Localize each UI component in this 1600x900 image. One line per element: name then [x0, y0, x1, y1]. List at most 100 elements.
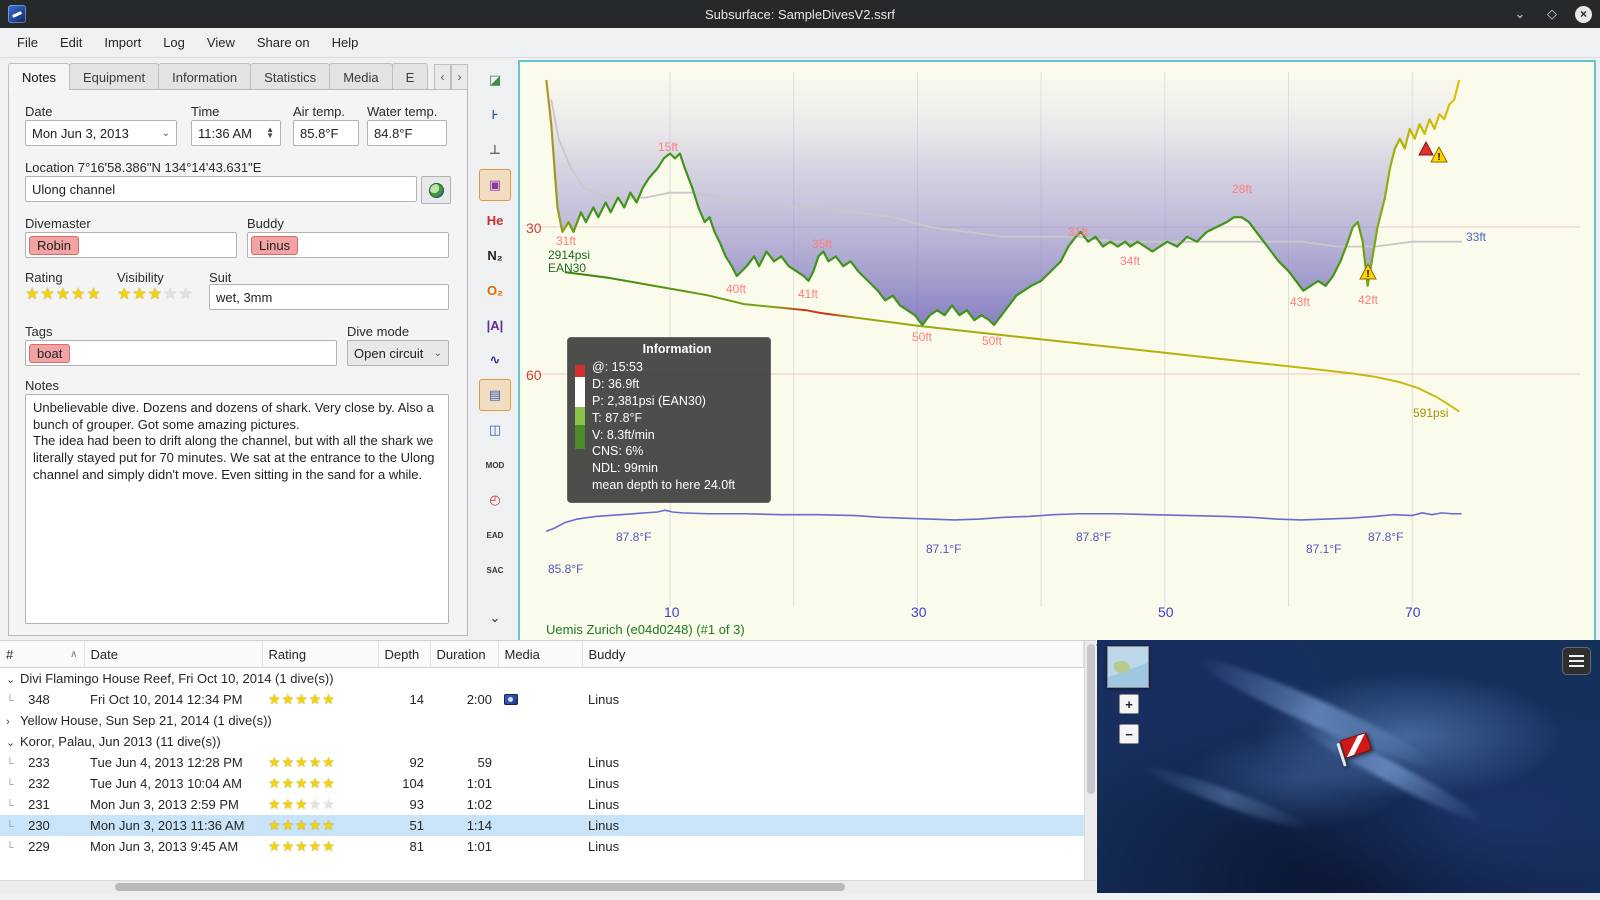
map-location-button[interactable]: [421, 176, 451, 204]
star-icon: ★: [322, 754, 336, 770]
visibility-stars[interactable]: ★★★★★: [117, 284, 194, 304]
tab-media[interactable]: Media: [329, 63, 393, 90]
rating-stars[interactable]: ★★★★★: [25, 284, 102, 304]
ead-icon[interactable]: EAD: [479, 519, 511, 551]
trip-row[interactable]: › Yellow House, Sun Sep 21, 2014 (1 dive(…: [0, 710, 1084, 731]
tag-chip[interactable]: boat: [29, 343, 71, 363]
tab-notes[interactable]: Notes: [8, 63, 70, 90]
info-box-title: Information: [642, 342, 712, 356]
heart-rate-icon[interactable]: ∿: [479, 344, 511, 376]
menu-edit[interactable]: Edit: [49, 30, 93, 55]
tab-information[interactable]: Information: [158, 63, 252, 90]
mod-icon[interactable]: MOD: [479, 449, 511, 481]
notes-form: Date Mon Jun 3, 2013 ⌄ Time 11:36 AM ▲ ▼ A…: [8, 89, 468, 636]
location-label: Location 7°16'58.386"N 134°14'43.631"E: [25, 160, 262, 175]
column-header-date[interactable]: Date: [84, 641, 263, 668]
collapse-toolbar-icon[interactable]: ⌄: [479, 602, 511, 634]
dive-list-vertical-scrollbar[interactable]: [1084, 641, 1096, 880]
tank-bar-icon[interactable]: ◫: [479, 414, 511, 446]
sac-icon[interactable]: SAC: [479, 554, 511, 586]
column-header-rating[interactable]: Rating: [262, 641, 379, 668]
star-icon: ★: [40, 286, 56, 303]
star-icon: ★: [295, 838, 309, 854]
dive-row[interactable]: └ 232 Tue Jun 4, 2013 10:04 AM ★★★★★ 104 1:01…: [0, 773, 1084, 794]
pp-n2-icon[interactable]: N₂: [479, 239, 511, 271]
tab-statistics[interactable]: Statistics: [250, 63, 331, 90]
minimize-icon[interactable]: ⌄: [1511, 5, 1529, 23]
dive-row[interactable]: └ 233 Tue Jun 4, 2013 12:28 PM ★★★★★ 92 59 Lin…: [0, 752, 1084, 773]
star-icon: ★: [268, 817, 282, 833]
globe-icon: [428, 182, 444, 198]
trip-row[interactable]: ⌄ Divi Flamingo House Reef, Fri Oct 10, 2…: [0, 668, 1084, 690]
column-header-duration[interactable]: Duration: [430, 641, 499, 668]
dive-profile-chart[interactable]: !! 30 60 10 30 50 70 15ft 31ft 2914psi EAN30 35ft 4…: [518, 60, 1596, 646]
map-overview-inset[interactable]: [1107, 646, 1149, 688]
ndl-clock-icon[interactable]: ◴: [479, 484, 511, 516]
collapse-arrow-icon[interactable]: ⌄: [6, 736, 20, 749]
buddy-input[interactable]: Linus: [247, 232, 449, 258]
menu-import[interactable]: Import: [93, 30, 152, 55]
tags-input[interactable]: boat: [25, 340, 337, 366]
tab-scroll-right-icon[interactable]: ›: [451, 64, 468, 90]
photos-icon[interactable]: ▣: [479, 169, 511, 201]
media-photo-icon[interactable]: [504, 694, 518, 705]
dive-row[interactable]: └ 230 Mon Jun 3, 2013 11:36 AM ★★★★★ 51 1:14 L…: [0, 815, 1084, 836]
tab-scroll-left-icon[interactable]: ‹: [434, 64, 451, 90]
buddy-chip[interactable]: Linus: [251, 235, 299, 255]
tab-equipment[interactable]: Equipment: [68, 63, 160, 90]
zoom-in-button[interactable]: +: [1119, 694, 1139, 714]
close-icon[interactable]: ×: [1575, 5, 1592, 23]
suit-input[interactable]: wet, 3mm: [209, 284, 449, 310]
info-legend: [575, 365, 585, 449]
column-header-depth[interactable]: Depth: [378, 641, 431, 668]
water-temp-input[interactable]: 84.8°F: [367, 120, 447, 146]
profile-info-box[interactable]: Information @: 15:53 D: 36.9ft P: 2,381psi…: [567, 337, 771, 503]
dive-mode-select[interactable]: Open circuit ⌄: [347, 340, 449, 366]
trip-row[interactable]: ⌄ Koror, Palau, Jun 2013 (11 dive(s)): [0, 731, 1084, 752]
water-temp-label: Water temp.: [367, 104, 438, 119]
date-select[interactable]: Mon Jun 3, 2013 ⌄: [25, 120, 177, 146]
map-panel[interactable]: + −: [1097, 640, 1600, 893]
dive-row[interactable]: └ 231 Mon Jun 3, 2013 2:59 PM ★★★★★ 93 1:02 Li…: [0, 794, 1084, 815]
pp-o2-icon[interactable]: O₂: [479, 274, 511, 306]
location-input[interactable]: Ulong channel: [25, 176, 417, 202]
subsurface-window: Subsurface: SampleDivesV2.ssrf ⌄ ◇ × Fil…: [0, 0, 1600, 900]
column-header-media[interactable]: Media: [498, 641, 583, 668]
menu-view[interactable]: View: [196, 30, 246, 55]
pp-he-icon[interactable]: He: [479, 204, 511, 236]
column-header-buddy[interactable]: Buddy: [582, 641, 1084, 668]
dive-row[interactable]: └ 229 Mon Jun 3, 2013 9:45 AM ★★★★★ 81 1:01 Li…: [0, 836, 1084, 857]
divemaster-chip[interactable]: Robin: [29, 235, 79, 255]
collapse-arrow-icon[interactable]: ⌄: [6, 673, 20, 686]
info-box-icon[interactable]: ▤: [479, 379, 511, 411]
handle-icon[interactable]: ⊥: [479, 134, 511, 166]
notes-textarea[interactable]: Unbelievable dive. Dozens and dozens of …: [25, 394, 449, 624]
divemaster-input[interactable]: Robin: [25, 232, 237, 258]
suit-label: Suit: [209, 270, 232, 285]
time-input[interactable]: 11:36 AM ▲ ▼: [191, 120, 281, 146]
zoom-out-button[interactable]: −: [1119, 724, 1139, 744]
dive-list-horizontal-scrollbar[interactable]: [0, 880, 1096, 893]
star-icon: ★: [55, 286, 72, 303]
expand-arrow-icon[interactable]: ›: [6, 716, 20, 728]
tissues-icon[interactable]: |A|: [479, 309, 511, 341]
star-icon: ★: [295, 796, 309, 812]
column-header-number[interactable]: # ∧: [0, 641, 85, 668]
profile-marker-icon[interactable]: ◪: [479, 64, 511, 96]
maximize-icon[interactable]: ◇: [1543, 5, 1561, 23]
divemaster-label: Divemaster: [25, 216, 91, 231]
danger-triangle-icon: [1418, 140, 1434, 156]
star-icon: ★: [178, 286, 194, 303]
scrollbar-thumb[interactable]: [115, 883, 845, 891]
menu-help[interactable]: Help: [321, 30, 370, 55]
ruler-icon[interactable]: ⊦: [479, 99, 511, 131]
dive-row[interactable]: └ 348 Fri Oct 10, 2014 12:34 PM ★★★★★ 14 2:00…: [0, 689, 1084, 710]
menu-share-on[interactable]: Share on: [246, 30, 321, 55]
spinner-icons[interactable]: ▲ ▼: [266, 126, 274, 140]
menu-file[interactable]: File: [6, 30, 49, 55]
star-icon: ★: [322, 691, 336, 707]
air-temp-input[interactable]: 85.8°F: [293, 120, 359, 146]
menu-log[interactable]: Log: [152, 30, 196, 55]
tab-e[interactable]: E: [391, 63, 429, 90]
map-menu-button[interactable]: [1562, 647, 1591, 675]
